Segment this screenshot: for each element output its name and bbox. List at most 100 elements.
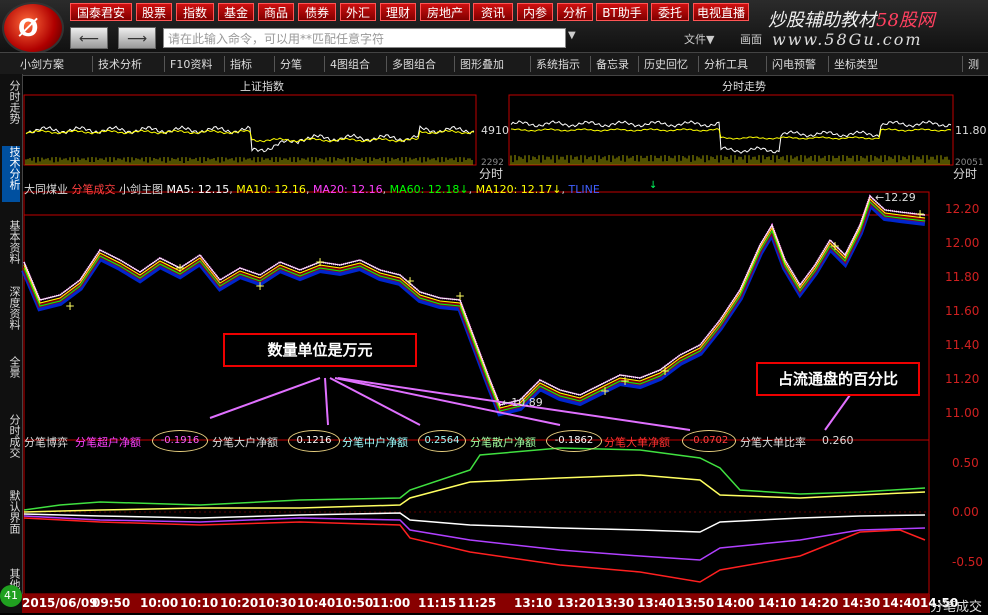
time-tick: 14:10 <box>758 596 797 610</box>
time-tick: 14:00 <box>716 596 755 610</box>
price-tick: 11.40 <box>945 338 980 352</box>
time-tick: 10:40 <box>297 596 336 610</box>
pct-note: 占流通盘的百分比 <box>756 362 920 396</box>
plus-marker: + <box>255 279 265 293</box>
indicator-tick: -0.50 <box>952 555 984 569</box>
small-value: -0.1862 <box>546 430 602 452</box>
time-tick: 11:15 <box>418 596 457 610</box>
down-arrow-icon: ↓ <box>649 180 658 191</box>
plus-marker: + <box>405 274 415 288</box>
unit-note: 数量单位是万元 <box>223 333 417 367</box>
plus-marker: + <box>660 364 670 378</box>
mid-line <box>23 447 926 511</box>
menu-item-2[interactable]: 指数 <box>176 3 214 21</box>
plus-marker: + <box>315 255 325 269</box>
huge-label: 分笔大单净额 <box>604 436 670 449</box>
price-tick: 11.00 <box>945 406 980 420</box>
stock-name: 大同煤业 <box>24 183 68 196</box>
super-value: -0.1916 <box>152 430 208 452</box>
time-tick: 14:40 <box>882 596 921 610</box>
mini-right-line <box>510 120 952 154</box>
menu-item-7[interactable]: 理财 <box>380 3 416 21</box>
time-tick: 2015/06/09 <box>22 596 98 610</box>
time-tick: 11:25 <box>458 596 497 610</box>
low-value: 10.89 <box>511 396 543 409</box>
big-value: 0.1216 <box>288 430 340 452</box>
small-line <box>23 517 926 583</box>
low-annotation: ←10.89 <box>502 396 543 409</box>
time-tick: 14:20 <box>800 596 839 610</box>
indicator-tick: 0.50 <box>952 456 979 470</box>
count-badge[interactable]: 41 <box>0 585 22 607</box>
menu-item-5[interactable]: 债券 <box>298 3 336 21</box>
time-tick: 13:30 <box>596 596 635 610</box>
time-tick: 10:20 <box>220 596 259 610</box>
time-tick: 13:10 <box>514 596 553 610</box>
ma120-label: MA120: 12.17↓ <box>475 183 562 196</box>
small-label: 分笔散户净额 <box>470 436 536 449</box>
high-value: 12.29 <box>884 191 916 204</box>
menu-item-6[interactable]: 外汇 <box>340 3 376 21</box>
time-tick: 09:50 <box>92 596 131 610</box>
price-tick: 12.00 <box>945 236 980 250</box>
price-tick: 11.60 <box>945 304 980 318</box>
huge-value: -0.0702 <box>682 430 736 452</box>
plus-marker: + <box>455 289 465 303</box>
ratio-value: 0.260 <box>822 434 854 447</box>
pointer-arrow <box>209 377 321 419</box>
time-tick: 14:30 <box>842 596 881 610</box>
price-tick: 12.20 <box>945 202 980 216</box>
mini-left-avg <box>25 129 475 143</box>
time-tick: 10:30 <box>258 596 297 610</box>
ratio-label: 分笔大单比率 <box>740 436 806 449</box>
high-annotation: ←12.29 <box>875 191 916 204</box>
ma10-label: MA10: 12.16 <box>236 183 306 196</box>
pointer-arrow <box>324 377 329 426</box>
mid-value: 0.2564 <box>418 430 466 452</box>
plus-marker: + <box>830 239 840 253</box>
price-tick: 11.80 <box>945 270 980 284</box>
menu-item-3[interactable]: 基金 <box>218 3 254 21</box>
header-t2: 小剑主图 <box>119 183 163 196</box>
time-tick: 13:40 <box>637 596 676 610</box>
menu-item-1[interactable]: 股票 <box>136 3 172 21</box>
ma60-label: MA60: 12.18↓ <box>389 183 469 196</box>
menu-item-0[interactable]: 国泰君安 <box>70 3 132 21</box>
plus-marker: + <box>915 207 925 221</box>
big-label: 分笔大户净额 <box>212 436 278 449</box>
mini-right-avg <box>510 128 952 140</box>
pointer-arrow <box>329 377 421 426</box>
tline-label: TLINE <box>568 183 600 196</box>
menu-item-14[interactable]: 电视直播 <box>693 3 749 21</box>
ma5-label: MA5: 12.15 <box>166 183 230 196</box>
menu-item-12[interactable]: BT助手 <box>596 3 648 21</box>
time-tick: 11:00 <box>372 596 411 610</box>
pointer-arrow <box>824 394 851 431</box>
time-tick: 13:50 <box>676 596 715 610</box>
time-tick: 13:20 <box>557 596 596 610</box>
price-tick: 11.20 <box>945 372 980 386</box>
main-header: 大同煤业 分笔成交 小剑主图 MA5: 12.15, MA10: 12.16, … <box>24 183 600 196</box>
status-right[interactable]: 分笔成交 <box>930 596 982 615</box>
indicator-tick: 0.00 <box>952 505 979 519</box>
menu-item-4[interactable]: 商品 <box>258 3 294 21</box>
time-tick: 10:00 <box>140 596 179 610</box>
super-label: 分笔超户净额 <box>75 436 141 449</box>
ma20-label: MA20: 12.16 <box>312 183 383 196</box>
time-tick: 10:10 <box>180 596 219 610</box>
mid-label: 分笔中户净额 <box>342 436 408 449</box>
plus-marker: + <box>175 261 185 275</box>
menu-item-13[interactable]: 委托 <box>651 3 689 21</box>
menu-item-8[interactable]: 房地产 <box>420 3 470 21</box>
menu-item-9[interactable]: 资讯 <box>473 3 513 21</box>
menu-item-10[interactable]: 内参 <box>517 3 553 21</box>
ratio-line <box>23 512 926 533</box>
time-tick: 10:50 <box>335 596 374 610</box>
chart-canvas: + + + + + + + + + + + <box>21 94 954 595</box>
menu-item-11[interactable]: 分析 <box>557 3 593 21</box>
header-t1: 分笔成交 <box>71 183 116 196</box>
mini-left-line <box>25 125 475 153</box>
plus-marker: + <box>600 384 610 398</box>
plus-marker: + <box>65 299 75 313</box>
plus-marker: + <box>620 374 630 388</box>
